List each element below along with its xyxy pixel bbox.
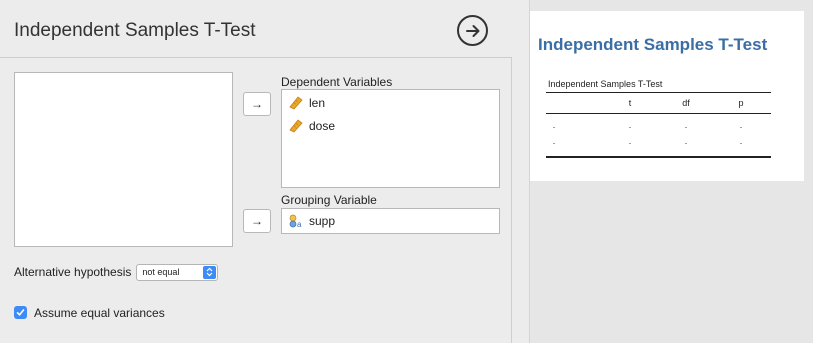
- column-header-t: t: [628, 98, 632, 108]
- table-bottom-rule: [546, 156, 771, 158]
- dependent-variables-label: Dependent Variables: [281, 75, 393, 89]
- table-cell: .: [739, 120, 743, 130]
- table-cell: .: [739, 136, 743, 146]
- run-analysis-button[interactable]: [457, 15, 488, 46]
- column-header-p: p: [738, 98, 744, 108]
- equal-variances-option[interactable]: Assume equal variances: [14, 304, 165, 321]
- results-panel: Independent Samples T-Test Independent S…: [530, 0, 813, 343]
- svg-text:a: a: [297, 220, 302, 228]
- table-cell: .: [684, 120, 688, 130]
- available-variables-list[interactable]: [14, 72, 233, 247]
- equal-variances-checkbox[interactable]: [14, 306, 27, 319]
- table-cell: .: [552, 120, 556, 130]
- table-caption: Independent Samples T-Test: [548, 79, 663, 89]
- scale-ruler-icon: [289, 119, 303, 133]
- select-value: not equal: [142, 266, 180, 277]
- variable-name: dose: [309, 119, 336, 133]
- variable-name: len: [309, 96, 326, 110]
- table-top-rule: [546, 92, 771, 93]
- equal-variances-label: Assume equal variances: [34, 305, 165, 320]
- alternative-hypothesis-label: Alternative hypothesis: [14, 265, 132, 279]
- nominal-variable-icon: a: [289, 214, 302, 228]
- checkmark-icon: [16, 309, 25, 316]
- variable-item-dose[interactable]: dose: [289, 117, 335, 135]
- panel-splitter[interactable]: [512, 0, 530, 343]
- assign-grouping-button[interactable]: →: [243, 209, 271, 233]
- select-arrows-icon: [203, 265, 217, 279]
- analysis-header: Independent Samples T-Test: [0, 0, 512, 58]
- variable-item-supp[interactable]: a supp: [289, 212, 335, 230]
- table-cell: .: [628, 120, 632, 130]
- scale-ruler-icon: [289, 96, 303, 110]
- table-cell: .: [628, 136, 632, 146]
- column-header-df: df: [682, 98, 690, 108]
- alternative-hypothesis-select[interactable]: not equal: [136, 263, 219, 281]
- alternative-hypothesis-row: Alternative hypothesis not equal: [14, 263, 219, 281]
- variable-name: supp: [309, 214, 336, 228]
- results-card: Independent Samples T-Test Independent S…: [530, 11, 804, 181]
- results-heading: Independent Samples T-Test: [538, 35, 768, 54]
- table-cell: .: [552, 136, 556, 146]
- analysis-options-panel: Independent Samples T-Test Dependent Var…: [0, 0, 512, 343]
- table-cell: .: [684, 136, 688, 146]
- assign-dependent-button[interactable]: →: [243, 92, 271, 116]
- arrow-circle-right-icon: [465, 24, 479, 37]
- table-header-rule: [546, 113, 771, 114]
- dependent-variables-list[interactable]: len dose: [281, 89, 500, 188]
- grouping-variable-list[interactable]: a supp: [281, 208, 500, 234]
- analysis-title: Independent Samples T-Test: [14, 20, 256, 41]
- grouping-variable-label: Grouping Variable: [281, 193, 377, 207]
- variable-item-len[interactable]: len: [289, 94, 325, 112]
